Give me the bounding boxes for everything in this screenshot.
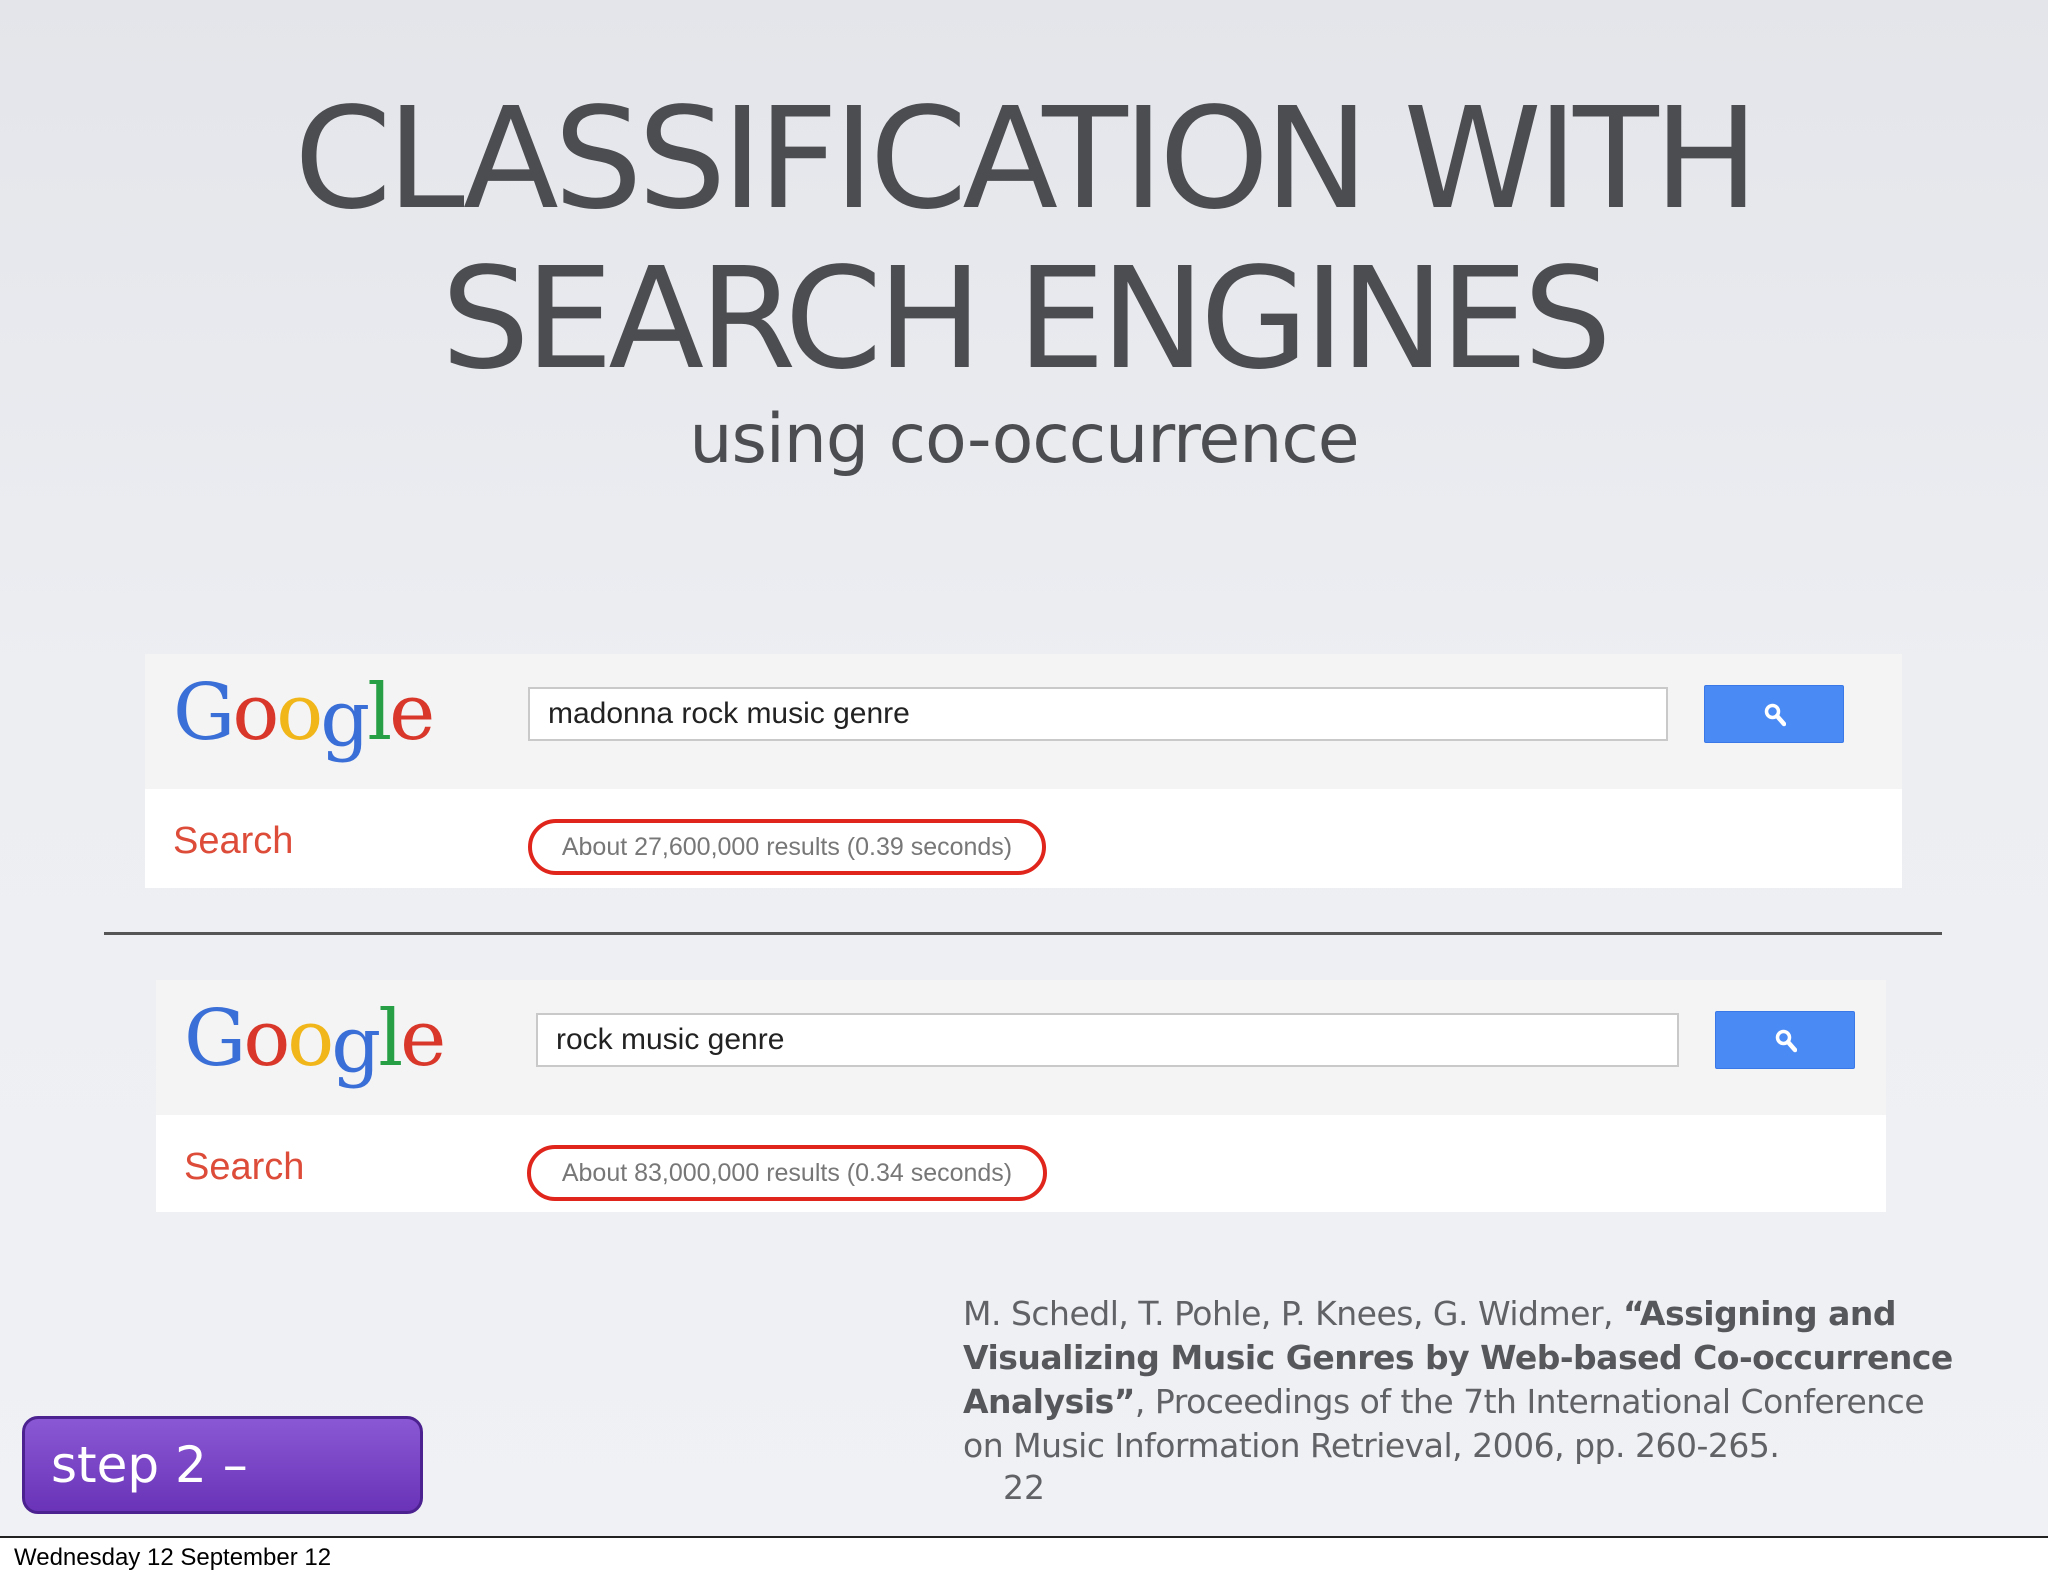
logo-letter: l	[378, 994, 403, 1084]
logo-letter: e	[400, 994, 446, 1084]
logo-letter: o	[287, 994, 334, 1084]
divider	[104, 932, 1942, 935]
slide: CLASSIFICATION WITH SEARCH ENGINES using…	[0, 0, 2048, 1538]
google-logo: Google	[173, 668, 435, 758]
logo-letter: o	[243, 994, 290, 1084]
logo-letter: g	[331, 1000, 381, 1090]
search-button[interactable]	[1704, 685, 1844, 743]
results-count: About 27,600,000 results (0.39 seconds)	[528, 819, 1046, 875]
search-icon	[1764, 703, 1786, 727]
logo-letter: l	[367, 668, 392, 758]
slide-title-line-1: CLASSIFICATION WITH	[294, 78, 1759, 241]
search-icon	[1775, 1029, 1797, 1053]
slide-subtitle: using co-occurrence	[689, 400, 1359, 479]
slide-title-line-2: SEARCH ENGINES	[441, 238, 1612, 401]
footer-date: Wednesday 12 September 12	[14, 1544, 332, 1571]
google-logo: Google	[184, 994, 446, 1084]
step-badge: step 2 – create.	[22, 1416, 423, 1536]
search-input[interactable]: rock music genre	[536, 1013, 1679, 1067]
results-count: About 83,000,000 results (0.34 seconds)	[527, 1145, 1047, 1201]
logo-letter: e	[389, 668, 435, 758]
google-search-panel-2: Google rock music genre Search About 83,…	[156, 980, 1886, 1212]
logo-letter: o	[276, 668, 323, 758]
search-button[interactable]	[1715, 1011, 1855, 1069]
logo-letter: G	[184, 994, 246, 1084]
search-label: Search	[184, 1146, 305, 1188]
logo-letter: o	[232, 668, 279, 758]
google-search-panel-1: Google madonna rock music genre Search A…	[145, 654, 1902, 888]
citation-authors: M. Schedl, T. Pohle, P. Knees, G. Widmer…	[963, 1294, 1623, 1333]
page-number: 22	[1003, 1468, 1045, 1507]
search-label: Search	[173, 820, 294, 862]
citation: M. Schedl, T. Pohle, P. Knees, G. Widmer…	[963, 1292, 1963, 1468]
logo-letter: G	[173, 668, 235, 758]
search-input[interactable]: madonna rock music genre	[528, 687, 1668, 741]
logo-letter: g	[320, 674, 370, 764]
